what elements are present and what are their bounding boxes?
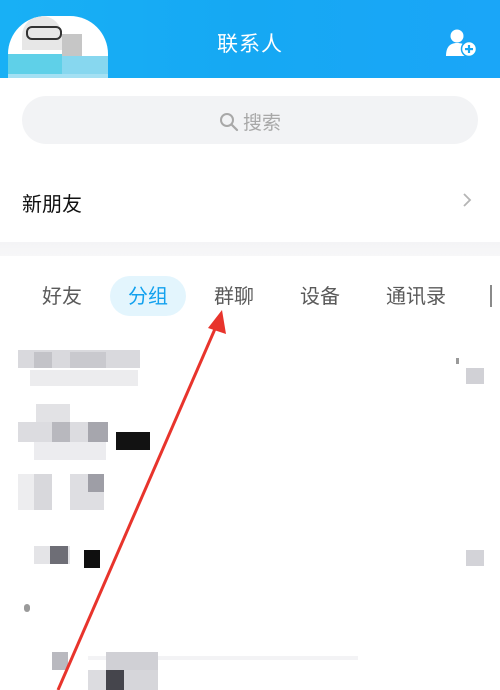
search-placeholder: 搜索	[242, 112, 281, 134]
tab-devices[interactable]: 设备	[300, 276, 340, 316]
tab-groups[interactable]: 分组	[110, 276, 186, 316]
add-friend-button[interactable]	[446, 28, 478, 58]
search-icon	[219, 113, 239, 132]
chevron-right-icon	[463, 193, 472, 207]
page-title: 联系人	[217, 32, 283, 56]
contact-list	[0, 334, 500, 690]
section-divider	[0, 242, 500, 256]
search-section: 搜索	[0, 78, 500, 160]
new-friend-label: 新朋友	[22, 192, 82, 216]
tab-friends[interactable]: 好友	[42, 276, 82, 316]
new-friend-row[interactable]: 新朋友	[0, 160, 500, 242]
add-person-icon	[446, 29, 478, 58]
search-input[interactable]: 搜索	[22, 96, 478, 144]
tab-group-chats[interactable]: 群聊	[214, 276, 254, 316]
header-bar: 联系人	[0, 0, 500, 92]
tab-partial[interactable]	[490, 276, 500, 316]
contact-tabs: 好友 分组 群聊 设备 通讯录	[0, 256, 500, 334]
tab-address-book[interactable]: 通讯录	[386, 276, 446, 316]
